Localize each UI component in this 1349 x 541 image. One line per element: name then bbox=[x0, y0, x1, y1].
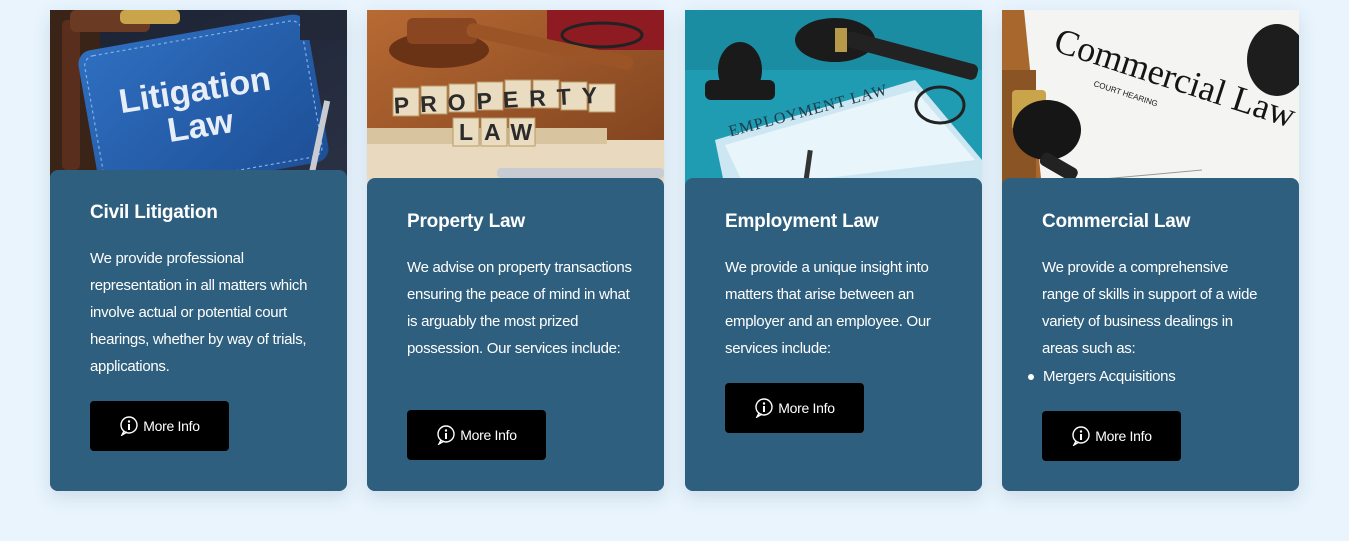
bullet-icon bbox=[1028, 373, 1034, 380]
card-description: We provide professional representation i… bbox=[90, 250, 308, 375]
info-bubble-icon bbox=[436, 425, 456, 446]
image-caption: PROPERTY LAW bbox=[391, 81, 611, 148]
employment-law-image: EMPLOYMENT LAW bbox=[685, 10, 982, 188]
more-info-label: More Info bbox=[778, 400, 835, 416]
more-info-button[interactable]: More Info bbox=[407, 410, 546, 460]
property-law-image: PROPERTY LAW bbox=[367, 10, 664, 188]
commercial-law-image: Commercial Law COURT HEARING bbox=[1002, 10, 1299, 188]
civil-litigation-image: Litigation Law bbox=[50, 10, 347, 180]
card-description: We advise on property transactions ensur… bbox=[407, 259, 632, 357]
info-bubble-icon bbox=[1071, 426, 1091, 447]
card-title: Civil Litigation bbox=[90, 202, 218, 223]
card-body: Civil Litigation We provide professional… bbox=[50, 170, 347, 491]
info-bubble-icon bbox=[119, 416, 139, 437]
service-card-commercial-law: Commercial Law COURT HEARING Commercial … bbox=[1002, 10, 1299, 491]
service-card-employment-law: EMPLOYMENT LAW Employment Law We provide… bbox=[685, 10, 982, 491]
more-info-button[interactable]: More Info bbox=[1042, 411, 1181, 461]
more-info-button[interactable]: More Info bbox=[90, 401, 229, 451]
service-card-civil-litigation: Litigation Law Civil Litigation We provi… bbox=[50, 10, 347, 491]
services-list: Mergers Acquisitions bbox=[1028, 363, 1176, 390]
card-description: We provide a unique insight into matters… bbox=[725, 259, 931, 357]
card-body: Property Law We advise on property trans… bbox=[367, 178, 664, 491]
image-caption-line-2: LAW bbox=[458, 119, 544, 145]
card-body: Employment Law We provide a unique insig… bbox=[685, 178, 982, 491]
more-info-button[interactable]: More Info bbox=[725, 383, 864, 433]
service-card-property-law: PROPERTY LAW Property Law We advise on p… bbox=[367, 10, 664, 491]
more-info-label: More Info bbox=[1095, 428, 1152, 444]
list-item: Mergers Acquisitions bbox=[1028, 363, 1176, 390]
card-title: Employment Law bbox=[725, 211, 879, 232]
card-title: Property Law bbox=[407, 211, 525, 232]
info-bubble-icon bbox=[754, 398, 774, 419]
card-body: Commercial Law We provide a comprehensiv… bbox=[1002, 178, 1299, 491]
card-title: Commercial Law bbox=[1042, 211, 1191, 232]
more-info-label: More Info bbox=[143, 418, 200, 434]
list-item-label: Mergers Acquisitions bbox=[1043, 368, 1176, 385]
more-info-label: More Info bbox=[460, 427, 517, 443]
card-description: We provide a comprehensive range of skil… bbox=[1042, 259, 1258, 357]
